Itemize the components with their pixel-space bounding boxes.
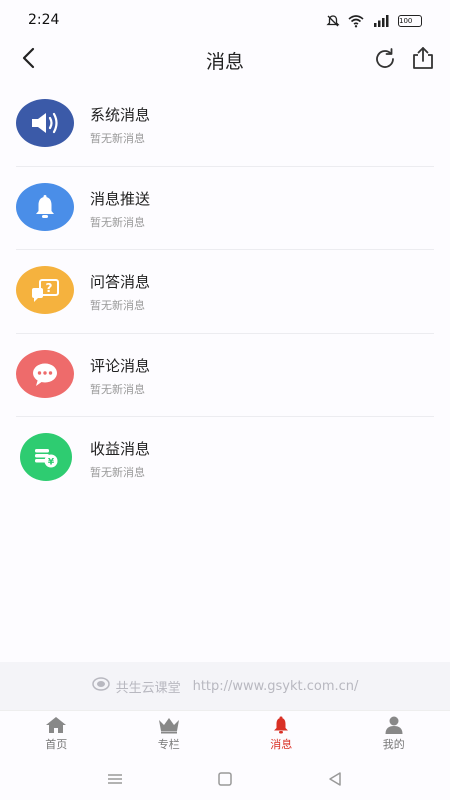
status-icons: 100 (326, 12, 422, 30)
tab-home[interactable]: 首页 (0, 711, 113, 758)
question-chat-icon: ? (16, 266, 74, 314)
list-item-system-messages[interactable]: 系统消息 暂无新消息 (0, 82, 450, 166)
footer-url: http://www.gsykt.com.cn/ (192, 678, 359, 694)
svg-text:¥: ¥ (48, 458, 55, 468)
tab-mine[interactable]: 我的 (338, 711, 450, 758)
status-bar: 2:24 100 (0, 0, 450, 40)
svg-text:?: ? (46, 281, 53, 295)
square-icon (218, 772, 232, 786)
list-item-title: 收益消息 (90, 440, 151, 458)
wifi-icon (348, 14, 364, 28)
tab-column[interactable]: 专栏 (113, 711, 226, 758)
user-icon (385, 716, 403, 734)
mute-icon (326, 14, 340, 28)
list-item-title: 问答消息 (90, 273, 151, 291)
home-icon (46, 717, 67, 733)
bell-icon (274, 716, 289, 734)
coins-icon: ¥ (20, 433, 72, 481)
bell-icon (16, 182, 74, 231)
tab-messages[interactable]: 消息 (225, 711, 338, 758)
speaker-icon (16, 99, 74, 147)
triangle-back-icon (329, 772, 341, 786)
refresh-icon (376, 48, 394, 68)
status-time: 2:24 (28, 12, 60, 28)
nav-bar: 消息 (0, 40, 450, 78)
footer-brand: 共生云课堂 http://www.gsykt.com.cn/ (0, 662, 450, 710)
list-item-push-messages[interactable]: 消息推送 暂无新消息 (0, 165, 450, 250)
list-item-title: 消息推送 (90, 189, 151, 208)
message-list: 系统消息 暂无新消息 消息推送 暂无新消息 ? 问答消息 暂无新消息 评论消息 … (0, 82, 450, 500)
list-item-comment-messages[interactable]: 评论消息 暂无新消息 (0, 332, 450, 417)
list-item-subtitle: 暂无新消息 (90, 132, 145, 145)
signal-icon (372, 14, 390, 28)
cloud-logo-icon (91, 677, 110, 695)
share-button[interactable] (410, 45, 436, 71)
menu-icon (108, 774, 122, 784)
list-item-title: 评论消息 (90, 356, 151, 375)
tab-bar: 首页 专栏 消息 我的 (0, 710, 450, 758)
menu-button[interactable] (103, 767, 127, 791)
system-nav-bar (0, 758, 450, 800)
list-item-subtitle: 暂无新消息 (90, 466, 145, 479)
tab-label: 首页 (45, 738, 68, 751)
tab-label: 消息 (270, 738, 293, 751)
list-item-earnings-messages[interactable]: ¥ 收益消息 暂无新消息 (0, 416, 450, 500)
refresh-button[interactable] (372, 46, 398, 72)
list-item-title: 系统消息 (90, 106, 151, 124)
back-nav-button[interactable] (323, 767, 347, 791)
list-item-subtitle: 暂无新消息 (90, 382, 145, 396)
crown-icon (158, 718, 179, 734)
battery-icon: 100 (398, 15, 422, 27)
tab-label: 我的 (382, 738, 405, 751)
footer-brand-name: 共生云课堂 (115, 680, 181, 696)
list-item-subtitle: 暂无新消息 (90, 215, 145, 229)
tab-label: 专栏 (157, 738, 180, 751)
home-nav-button[interactable] (213, 767, 237, 791)
comment-icon (16, 349, 74, 398)
share-icon (413, 47, 433, 69)
list-item-qa-messages[interactable]: ? 问答消息 暂无新消息 (0, 249, 450, 333)
list-item-subtitle: 暂无新消息 (90, 299, 145, 312)
